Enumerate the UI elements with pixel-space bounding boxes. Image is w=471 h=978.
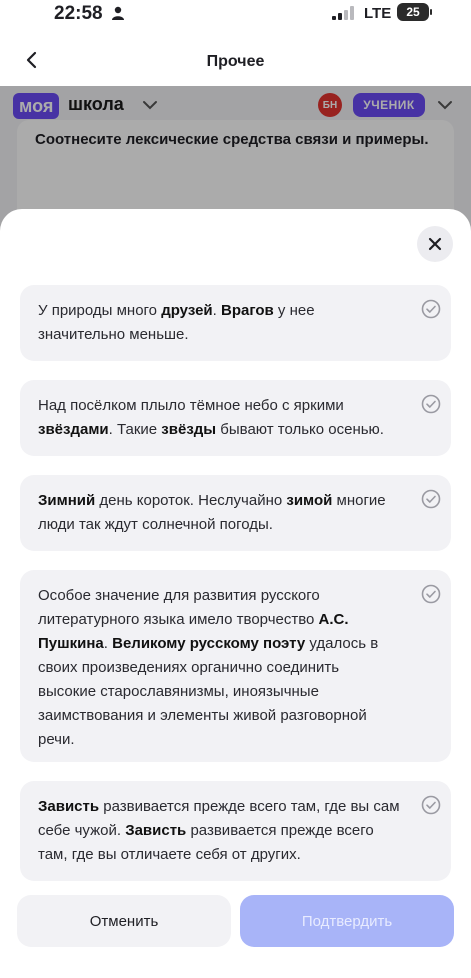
option-text-segment: Над посёлком плыло тёмное небо с яркими [38, 397, 344, 414]
check-circle-icon [421, 795, 441, 815]
close-button[interactable] [417, 226, 453, 262]
option-text: Над посёлком плыло тёмное небо с яркими … [38, 394, 401, 442]
status-bar: 22:58 LTE 25 [0, 0, 471, 30]
highlighted-word: Зимний [38, 492, 96, 509]
option-text-segment: . Такие [108, 421, 162, 438]
status-time: 22:58 [54, 3, 103, 24]
battery-icon: 25 [397, 3, 429, 21]
option-text-segment: бывают только осенью. [216, 421, 384, 438]
check-circle-icon [421, 489, 441, 509]
option-text-segment: день короток. Неслучайно [95, 492, 287, 509]
option-text: Зависть развивается прежде всего там, гд… [38, 795, 401, 867]
signal-icon [332, 6, 354, 20]
confirm-button[interactable]: Подтвердить [240, 895, 454, 947]
option-text: Особое значение для развития русского ли… [38, 584, 401, 752]
highlighted-word: Зависть [125, 822, 187, 839]
close-icon [428, 237, 442, 251]
option-card[interactable]: Зависть развивается прежде всего там, гд… [20, 781, 451, 881]
highlighted-word: звёздами [38, 421, 109, 438]
highlighted-word: друзей [161, 302, 213, 319]
option-card[interactable]: Зимний день короток. Неслучайно зимой мн… [20, 475, 451, 551]
network-label: LTE [364, 5, 392, 22]
option-card[interactable]: У природы много друзей. Врагов у нее зна… [20, 285, 451, 361]
bottom-sheet: У природы много друзей. Врагов у нее зна… [0, 209, 471, 978]
check-circle-icon [421, 299, 441, 319]
option-text-segment: . [212, 302, 221, 319]
option-text-segment: . [103, 635, 113, 652]
nav-bar: Прочее [0, 30, 471, 86]
check-circle-icon [421, 584, 441, 604]
option-text: Зимний день короток. Неслучайно зимой мн… [38, 489, 401, 537]
option-text-segment: Особое значение для развития русского ли… [38, 587, 320, 628]
option-text-segment: У природы много [38, 302, 162, 319]
option-card[interactable]: Над посёлком плыло тёмное небо с яркими … [20, 380, 451, 456]
page-title: Прочее [206, 53, 265, 70]
check-circle-icon [421, 394, 441, 414]
highlighted-word: Великому русскому поэту [112, 635, 306, 652]
option-text: У природы много друзей. Врагов у нее зна… [38, 299, 401, 347]
highlighted-word: звёзды [161, 421, 217, 438]
person-icon [112, 6, 124, 20]
highlighted-word: Зависть [38, 798, 100, 815]
option-card[interactable]: Особое значение для развития русского ли… [20, 570, 451, 762]
cancel-button[interactable]: Отменить [17, 895, 231, 947]
highlighted-word: зимой [286, 492, 333, 509]
battery-tip [430, 9, 432, 15]
highlighted-word: Врагов [220, 302, 274, 319]
